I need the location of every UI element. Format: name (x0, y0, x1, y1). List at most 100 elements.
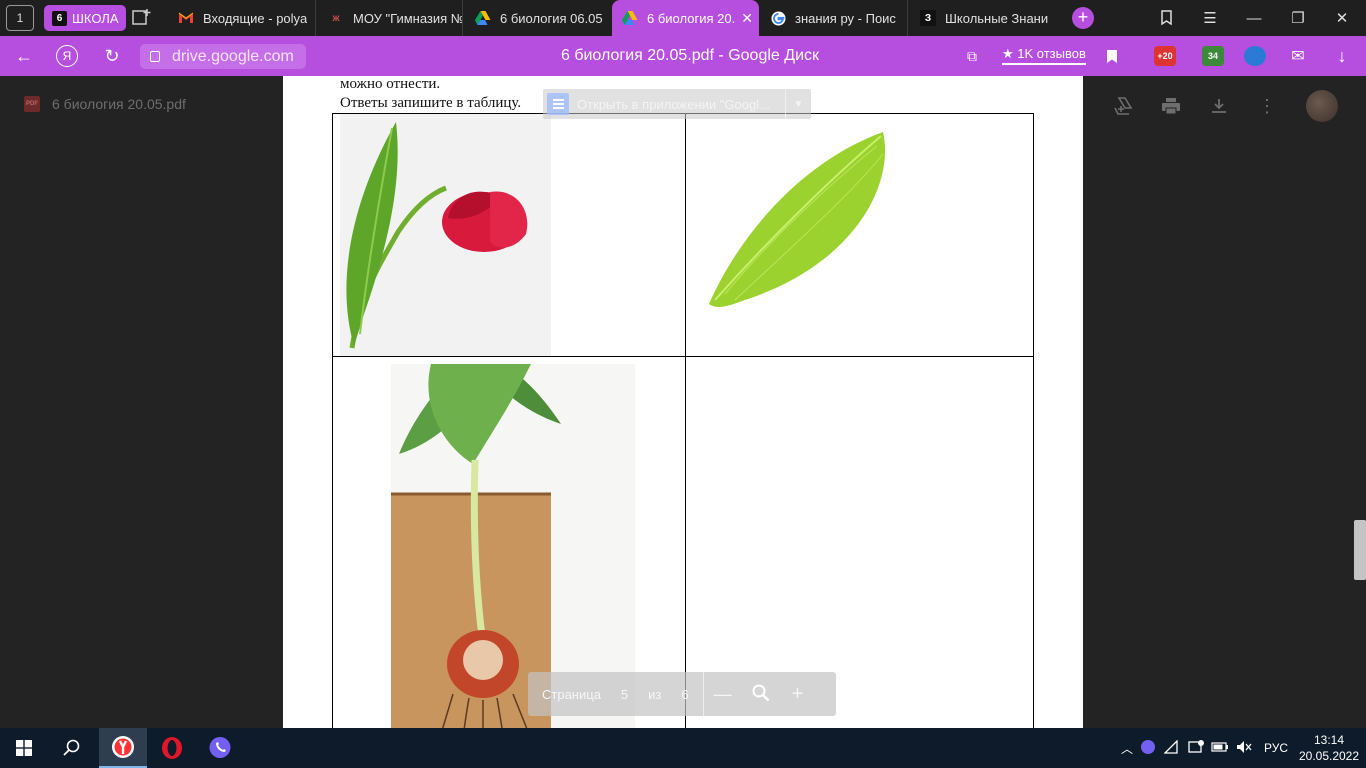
google-drive-icon (622, 10, 638, 26)
tulip-flower-image (340, 114, 551, 356)
pdf-file-icon: PDF (24, 96, 40, 112)
tab-title: 6 биология 06.05 (500, 10, 603, 26)
reviews-badge[interactable]: ★ 1K отзывов (1002, 46, 1086, 65)
tab-strip: 1 6 ШКОЛА Входящие - polya ж МОУ "Гимназ… (0, 0, 1366, 36)
print-icon[interactable] (1159, 94, 1183, 118)
back-icon[interactable]: ← (12, 44, 36, 68)
clock-date: 20.05.2022 (1298, 749, 1360, 763)
windows-start-icon[interactable] (0, 728, 48, 768)
tab-gmail[interactable]: Входящие - polya (168, 0, 316, 36)
tab-biology-0605[interactable]: 6 биология 06.05 (465, 0, 610, 36)
table-divider (333, 356, 1033, 357)
total-pages: 6 (681, 686, 689, 702)
lock-icon (150, 51, 160, 62)
pdf-badge: PDF (26, 101, 38, 107)
url-text: drive.google.com (172, 47, 294, 65)
answer-table (332, 113, 1034, 728)
tab-google-search[interactable]: знания ру - Поис (760, 0, 908, 36)
url-field[interactable]: drive.google.com (140, 44, 306, 69)
pdf-viewer: PDF 6 биология 20.05.pdf ⋮ можно отнести… (0, 76, 1366, 728)
search-icon[interactable] (48, 728, 96, 768)
tab-group-shkola[interactable]: 6 ШКОЛА (44, 5, 126, 31)
mail-extension-icon[interactable]: +20 (1154, 46, 1176, 66)
counter-extension-icon[interactable]: 34 (1202, 46, 1224, 66)
tab-title: МОУ "Гимназия № (353, 10, 462, 26)
more-options-icon[interactable]: ⋮ (1255, 94, 1279, 118)
viber-icon[interactable] (196, 728, 244, 768)
open-in-app-label: Открыть в приложении "Googl... (577, 96, 770, 112)
table-divider (685, 114, 686, 728)
opera-icon[interactable] (148, 728, 196, 768)
group-label: ШКОЛА (72, 10, 119, 26)
weather-extension-icon[interactable] (1244, 46, 1266, 66)
mail-extension-badge: +20 (1157, 51, 1173, 61)
language-indicator[interactable]: РУС (1264, 741, 1288, 755)
yandex-icon[interactable]: Я (56, 45, 78, 67)
tab-manager-button[interactable]: 1 (6, 5, 34, 31)
notification-tray-icon[interactable] (1184, 739, 1208, 757)
google-docs-icon (547, 93, 569, 115)
tabs-sync-icon[interactable]: ⧉ (960, 44, 984, 68)
pdf-page: можно отнести. Ответы запишите в таблицу… (283, 76, 1083, 728)
tulip-leaf-image (705, 124, 905, 320)
divider (702, 672, 704, 716)
zoom-in-icon[interactable]: + (792, 683, 804, 706)
znanija-icon: З (920, 10, 936, 26)
viber-tray-icon[interactable] (1136, 739, 1160, 758)
tab-title: знания ру - Поис (795, 10, 896, 26)
page-navigator: Страница 5 из 6 — + (528, 672, 836, 716)
close-window-icon[interactable]: ✕ (1322, 0, 1362, 36)
close-tab-icon[interactable]: ✕ (741, 10, 753, 27)
current-page-field[interactable]: 5 (621, 687, 628, 702)
downloads-icon[interactable]: ↓ (1330, 44, 1354, 68)
gmail-icon (178, 10, 194, 26)
clock[interactable]: 13:14 20.05.2022 (1296, 732, 1362, 764)
tab-title: Школьные Знани (945, 10, 1049, 26)
zoom-out-icon[interactable]: — (714, 684, 732, 705)
group-badge: 6 (52, 10, 67, 26)
tab-title: 6 биология 20. (647, 10, 736, 26)
minimize-icon[interactable]: — (1234, 0, 1274, 36)
page-title: 6 биология 20.05.pdf - Google Диск (560, 47, 820, 64)
screen: 1 6 ШКОЛА Входящие - polya ж МОУ "Гимназ… (0, 0, 1366, 768)
page-label: Страница (542, 686, 601, 702)
file-header: PDF 6 биология 20.05.pdf (24, 96, 186, 112)
zoom-icon[interactable] (752, 684, 770, 705)
reload-icon[interactable]: ↻ (100, 44, 124, 68)
new-tab-button[interactable]: + (1072, 7, 1094, 29)
restore-icon[interactable]: ❐ (1278, 0, 1318, 36)
bookmark-icon[interactable] (1100, 44, 1124, 68)
address-bar: ← Я ↻ drive.google.com 6 биология 20.05.… (0, 36, 1366, 76)
scrollbar-thumb[interactable] (1354, 520, 1366, 580)
volume-muted-icon[interactable] (1232, 740, 1256, 757)
school-crest-icon: ж (332, 12, 340, 24)
znanija-badge: З (924, 12, 932, 24)
page-of-label: из (648, 686, 662, 702)
tab-znanija[interactable]: З Школьные Знани (910, 0, 1056, 36)
doc-text-line: Ответы запишите в таблицу. (340, 95, 522, 111)
google-icon (770, 10, 786, 26)
file-name: 6 биология 20.05.pdf (52, 96, 186, 112)
tab-count: 1 (16, 11, 24, 25)
tab-gymnasium[interactable]: ж МОУ "Гимназия № (318, 0, 463, 36)
new-group-icon[interactable] (131, 8, 153, 28)
avatar[interactable] (1306, 90, 1338, 122)
network-icon[interactable] (1160, 738, 1184, 757)
bookmark-collections-icon[interactable] (1146, 0, 1186, 36)
chevron-down-icon[interactable]: ▼ (785, 89, 811, 119)
taskbar: ︿ РУС 13:14 20.05.2022 (0, 728, 1366, 768)
download-icon[interactable] (1207, 94, 1231, 118)
clock-time: 13:14 (1313, 733, 1345, 747)
doc-text-line: можно отнести. (340, 76, 441, 92)
menu-icon[interactable]: ☰ (1190, 0, 1230, 36)
add-to-drive-icon[interactable] (1111, 94, 1135, 118)
mail-icon[interactable]: ✉ (1286, 44, 1310, 68)
counter-extension-badge: 34 (1207, 51, 1218, 61)
chevron-up-icon[interactable]: ︿ (1118, 740, 1136, 757)
open-in-app-button[interactable]: Открыть в приложении "Googl... ▼ (543, 89, 811, 119)
google-drive-icon (475, 10, 491, 26)
tab-biology-2005[interactable]: 6 биология 20. ✕ (612, 0, 759, 36)
battery-icon[interactable] (1208, 741, 1232, 755)
system-tray: ︿ РУС (1118, 728, 1288, 768)
yandex-browser-icon[interactable] (99, 728, 147, 768)
